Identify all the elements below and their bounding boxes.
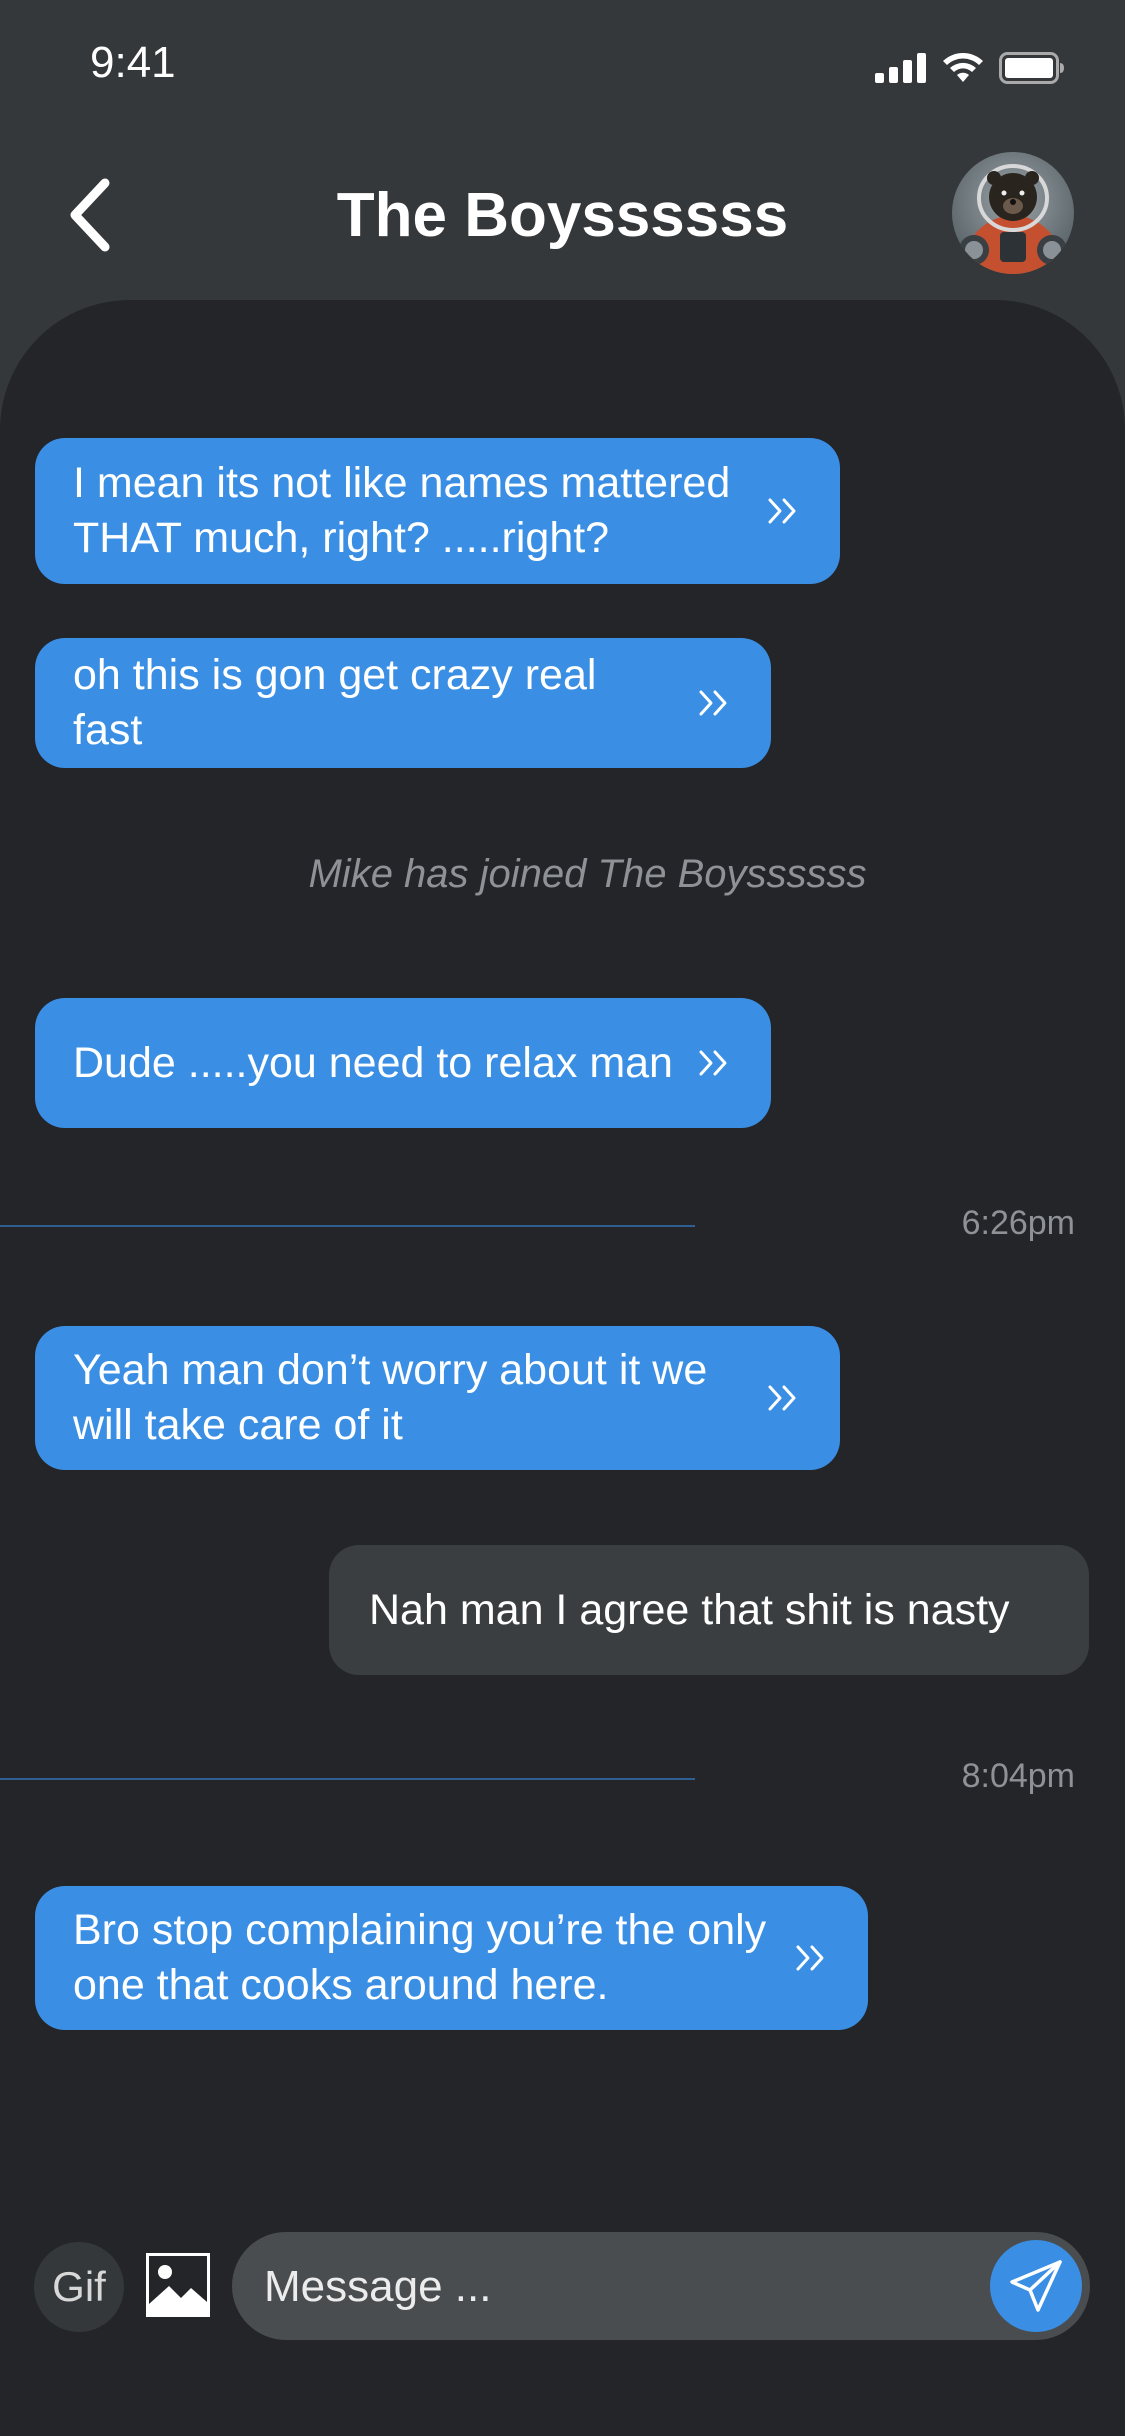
timestamp: 6:26pm bbox=[961, 1204, 1075, 1242]
sent-message[interactable]: oh this is gon get crazy real fast bbox=[35, 638, 771, 768]
message-text: Yeah man don’t worry about it we will ta… bbox=[73, 1346, 708, 1449]
status-icons bbox=[875, 48, 1065, 88]
double-chevron-icon bbox=[697, 1048, 731, 1078]
battery-icon bbox=[999, 52, 1064, 84]
message-text: Nah man I agree that shit is nasty bbox=[369, 1585, 1010, 1634]
send-icon bbox=[1010, 2260, 1062, 2312]
group-avatar[interactable] bbox=[952, 152, 1074, 274]
time-divider bbox=[0, 1778, 695, 1780]
status-time: 9:41 bbox=[90, 38, 176, 87]
received-message[interactable]: Nah man I agree that shit is nasty bbox=[329, 1545, 1089, 1675]
timestamp: 8:04pm bbox=[961, 1757, 1075, 1795]
image-button[interactable] bbox=[145, 2252, 211, 2318]
system-message: Mike has joined The Boyssssss bbox=[308, 852, 867, 896]
sent-message[interactable]: Yeah man don’t worry about it we will ta… bbox=[35, 1326, 840, 1470]
time-divider bbox=[0, 1225, 695, 1227]
sent-message[interactable]: Dude .....you need to relax man bbox=[35, 998, 771, 1128]
gif-label: Gif bbox=[52, 2263, 106, 2310]
message-composer bbox=[232, 2232, 1090, 2342]
message-input[interactable] bbox=[262, 2232, 916, 2342]
double-chevron-icon bbox=[766, 496, 800, 526]
signal-icon bbox=[875, 53, 926, 83]
sent-message[interactable]: Bro stop complaining you’re the only one… bbox=[35, 1886, 868, 2030]
double-chevron-icon bbox=[794, 1943, 828, 1973]
wifi-icon bbox=[943, 53, 983, 82]
gif-button[interactable]: Gif bbox=[34, 2242, 124, 2332]
chat-screen: 9:41 The Boyssssss I mean its not like n… bbox=[0, 0, 1125, 2436]
message-text: Bro stop complaining you’re the only one… bbox=[73, 1906, 767, 2009]
double-chevron-icon bbox=[697, 688, 731, 718]
sent-message[interactable]: I mean its not like names mattered THAT … bbox=[35, 438, 840, 584]
message-text: oh this is gon get crazy real fast bbox=[73, 651, 597, 754]
double-chevron-icon bbox=[766, 1383, 800, 1413]
image-icon bbox=[146, 2253, 210, 2317]
send-button[interactable] bbox=[990, 2240, 1082, 2332]
message-text: I mean its not like names mattered THAT … bbox=[73, 459, 731, 562]
message-text: Dude .....you need to relax man bbox=[73, 1038, 673, 1087]
